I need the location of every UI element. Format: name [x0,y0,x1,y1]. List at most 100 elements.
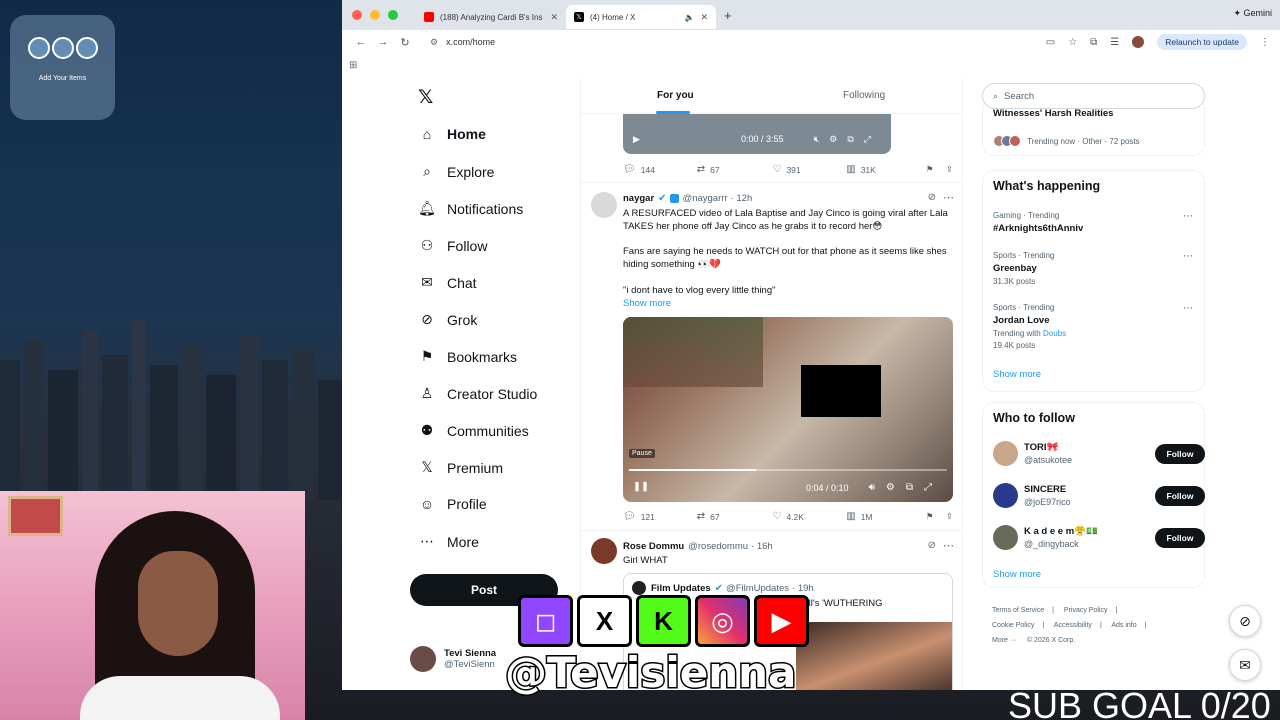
video-player[interactable]: ▶ 0:00 / 3:55 🔇︎⚙⧉⤢ [623,112,891,154]
trend-item[interactable]: Sports · Trending Jordan Love Trending w… [993,303,1193,350]
minimize-window-button[interactable] [370,10,380,20]
footer-link[interactable]: More ··· [992,637,1017,644]
bookmark-icon[interactable]: ⚑ [926,164,946,175]
author-name[interactable]: naygar [623,193,654,204]
close-window-button[interactable] [352,10,362,20]
tab-for-you[interactable]: For you [657,90,694,101]
bookmark-icon[interactable]: ⚑ [926,511,946,522]
nav-home[interactable]: ⌂ Home [418,126,486,142]
tab-following[interactable]: Following [843,90,885,101]
new-tab-button[interactable]: + [724,8,732,23]
nav-explore[interactable]: ⌕ Explore [418,163,494,180]
more-icon[interactable]: ⋯ [943,191,954,204]
author-handle[interactable]: @rosedommu [688,541,748,552]
desktop-widget[interactable]: Add Your Items [10,15,115,120]
nav-more[interactable]: ⋯ More [418,533,479,550]
avatar[interactable] [591,538,617,564]
messages-floating-button[interactable]: ✉ [1229,649,1261,681]
nav-chat[interactable]: ✉ Chat [418,274,476,291]
grok-icon[interactable]: ⊘ [928,192,936,203]
twitch-icon: ◻ [518,595,573,647]
extensions-icon[interactable]: ⧉ [1090,37,1097,48]
x-logo-icon[interactable]: 𝕏 [418,86,433,109]
pause-icon[interactable]: ❚❚ [633,481,649,492]
follow-button[interactable]: Follow [1155,444,1205,464]
relaunch-button[interactable]: Relaunch to update [1157,34,1247,50]
trending-with-link[interactable]: Doubs [1043,329,1066,338]
nav-notifications[interactable]: 🔔︎ Notifications [418,200,523,217]
video-controls[interactable]: 🔇︎⚙⧉⤢ [814,134,881,145]
trend-item[interactable]: Gaming · Trending #Arknights6thAnniv ⋯ [993,211,1193,234]
maximize-window-button[interactable] [388,10,398,20]
video-control-icons[interactable]: 🔊︎⚙⧉⤢ [869,482,943,493]
follow-button[interactable]: Follow [1155,528,1205,548]
address-bar[interactable]: ⚙ x.com/home [430,37,495,48]
verified-badge-icon: ✔ [714,582,724,594]
share-icon[interactable]: ⇪ [946,511,953,522]
repost-button[interactable]: ⇄ 67 [697,164,773,175]
tab-youtube[interactable]: (188) Analyzing Cardi B's Ins ✕ [416,5,566,29]
grok-floating-button[interactable]: ⊘ [1229,605,1261,637]
nav-premium[interactable]: 𝕏 Premium [418,459,503,476]
grok-icon[interactable]: ⊘ [928,540,936,551]
show-more-link[interactable]: Show more [623,298,671,309]
tweet-naygar[interactable]: naygar ✔ @naygarrr · 12h ⊘ ⋯ A RESURFACE… [581,182,962,530]
back-icon[interactable]: ← [350,36,372,48]
like-button[interactable]: ♡ 4.2K [772,511,846,522]
nav-bookmarks[interactable]: ⚑ Bookmarks [418,348,517,365]
speaker-icon[interactable]: 🔈 [684,13,694,22]
author-handle[interactable]: @naygarrr [683,193,728,204]
avatar[interactable] [591,192,617,218]
video-progress-bar[interactable] [629,469,947,471]
account-switcher[interactable]: Tevi Sienna @TeviSienn [410,646,496,672]
footer-link[interactable]: Ads info [1111,622,1136,629]
trend-item[interactable]: Sports · Trending Greenbay 31.3K posts ⋯ [993,251,1193,286]
gemini-button[interactable]: ✦ Gemini [1233,8,1272,19]
follow-suggestion[interactable]: TORI🎀 @atsukotee Follow [993,441,1205,469]
footer-link[interactable]: Privacy Policy [1064,607,1108,614]
nav-creator-studio[interactable]: ♙ Creator Studio [418,385,538,402]
share-icon[interactable]: ⇪ [946,164,953,175]
site-info-icon[interactable]: ⚙ [430,37,438,47]
close-icon[interactable]: ✕ [550,12,558,23]
more-icon[interactable]: ⋯ [943,539,954,552]
tab-search-icon[interactable]: ☰ [1110,37,1119,48]
reload-icon[interactable]: ↻ [394,36,416,49]
footer-link[interactable]: Accessibility [1054,622,1092,629]
apps-icon[interactable]: ⊞ [349,60,357,71]
follow-suggestion[interactable]: K a d e e m😤💵 @_dingyback Follow [993,525,1205,553]
more-icon[interactable]: ⋯ [1183,211,1193,222]
star-icon[interactable]: ☆ [1068,37,1077,48]
author-name[interactable]: Rose Dommu [623,541,684,552]
nav-label: Follow [447,237,488,254]
nav-grok[interactable]: ⊘ Grok [418,311,477,328]
video-player[interactable]: Pause ❚❚ 0:04 / 0:10 🔊︎⚙⧉⤢ [623,317,953,502]
close-icon[interactable]: ✕ [700,12,708,23]
nav-follow[interactable]: ⚇ Follow [418,237,488,254]
footer-link[interactable]: Terms of Service [992,607,1044,614]
nav-profile[interactable]: ☺ Profile [418,496,487,512]
forward-icon[interactable]: → [372,36,394,48]
nav-communities[interactable]: ⚉ Communities [418,422,529,439]
search-input[interactable]: ⌕ Search [982,83,1205,109]
cast-icon[interactable]: ▭ [1046,37,1055,48]
reply-button[interactable]: 💬︎ 144 [623,164,697,175]
play-icon[interactable]: ▶ [633,134,640,145]
follow-suggestion[interactable]: SINCERE @joE97rico Follow [993,483,1205,511]
repost-button[interactable]: ⇄ 67 [697,511,773,522]
views-button[interactable]: ▥ 1M [846,511,926,522]
more-icon[interactable]: ⋯ [1183,251,1193,262]
tab-x-home[interactable]: 𝕏 (4) Home / X 🔈 ✕ [566,5,716,29]
menu-icon[interactable]: ⋮ [1260,37,1270,48]
like-button[interactable]: ♡ 391 [772,164,846,175]
tweet-time[interactable]: · 12h [731,193,753,204]
follow-button[interactable]: Follow [1155,486,1205,506]
more-icon[interactable]: ⋯ [1183,303,1193,314]
reply-button[interactable]: 💬︎ 121 [623,511,697,522]
views-button[interactable]: ▥ 31K [846,164,926,175]
show-more-link[interactable]: Show more [993,369,1041,380]
tweet-time[interactable]: · 16h [751,541,773,552]
footer-link[interactable]: Cookie Policy [992,622,1034,629]
profile-avatar[interactable] [1132,36,1145,48]
show-more-link[interactable]: Show more [993,569,1041,580]
